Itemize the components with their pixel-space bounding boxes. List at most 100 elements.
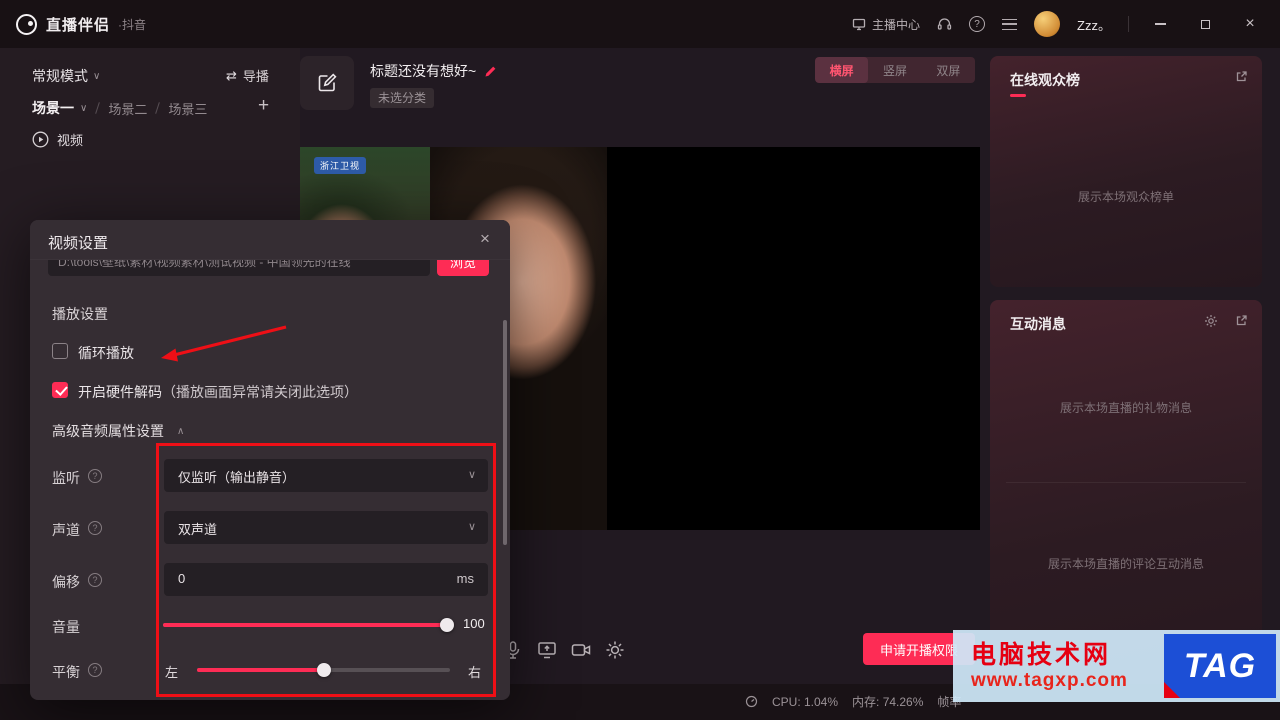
balance-slider-fill [197, 668, 324, 672]
volume-label: 音量 [52, 619, 80, 635]
source-item-video[interactable]: 视频 [32, 130, 83, 149]
chevron-down-icon: ∨ [467, 469, 476, 481]
anchor-center-button[interactable]: 主播中心 [852, 16, 920, 33]
tab-dual[interactable]: 双屏 [922, 57, 975, 83]
gear-icon [606, 641, 624, 659]
mode-selector[interactable]: 常规模式 ∨ [32, 66, 100, 86]
channel-info-icon[interactable]: ? [88, 521, 102, 535]
maximize-icon [1200, 19, 1210, 29]
channel-value: 双声道 [178, 522, 218, 537]
tab-landscape[interactable]: 横屏 [815, 57, 869, 83]
info-glyph: ? [92, 523, 98, 533]
balance-label: 平衡 [52, 664, 80, 680]
camera-icon [571, 644, 591, 656]
offset-value: 0 [178, 571, 186, 586]
offset-info-icon[interactable]: ? [88, 573, 102, 587]
close-icon: × [1245, 15, 1255, 32]
dialog-title: 视频设置 [48, 235, 109, 252]
close-button[interactable]: × [1236, 10, 1264, 38]
titlebar-divider [1128, 16, 1129, 32]
minimize-icon [1154, 23, 1166, 25]
category-chip[interactable]: 未选分类 [370, 88, 435, 108]
advanced-audio-collapse[interactable]: 高级音频属性设置 ∧ [52, 421, 184, 441]
monitor-icon [852, 18, 866, 30]
orientation-toggle: 横屏 竖屏 双屏 [815, 57, 975, 83]
balance-slider[interactable] [197, 663, 450, 677]
menu-button[interactable] [1002, 18, 1018, 30]
source-item-label: 视频 [57, 133, 84, 148]
monitor-info-icon[interactable]: ? [88, 469, 102, 483]
monitor-select[interactable]: 仅监听（输出静音） ∨ [164, 459, 488, 492]
scene-separator [95, 102, 101, 114]
external-link-icon [1236, 71, 1247, 82]
help-button[interactable]: ? [969, 16, 986, 32]
active-tab-indicator [1010, 94, 1026, 97]
tv-station-badge: 浙江卫视 [314, 157, 367, 174]
mode-label: 常规模式 [32, 68, 88, 84]
close-icon: × [480, 229, 490, 248]
screen-share-icon [538, 642, 556, 659]
comment-message-placeholder: 展示本场直播的评论互动消息 [1047, 557, 1204, 571]
customer-service-button[interactable] [937, 17, 952, 31]
info-glyph: ? [92, 575, 98, 585]
maximize-button[interactable] [1191, 10, 1219, 38]
hardware-decode-label-group[interactable]: 开启硬件解码（播放画面异常请关闭此选项） [78, 382, 358, 402]
username[interactable]: Zzz。 [1077, 15, 1111, 34]
watermark-logo: TAG [1164, 634, 1276, 698]
camera-button[interactable] [568, 637, 594, 663]
balance-slider-thumb[interactable] [317, 663, 331, 677]
volume-slider[interactable] [163, 618, 454, 632]
loop-checkbox[interactable] [52, 343, 68, 359]
app-name: 直播伴侣 [46, 16, 111, 34]
interaction-settings-button[interactable] [1204, 314, 1218, 333]
balance-info-icon[interactable]: ? [88, 663, 102, 677]
channel-label: 声道 [52, 522, 80, 538]
modal-scrollbar[interactable] [503, 320, 507, 545]
audience-rank-panel: 在线观众榜 展示本场观众榜单 [990, 56, 1262, 287]
gear-icon [1205, 315, 1217, 327]
dialog-close-button[interactable]: × [474, 229, 496, 249]
compose-button[interactable] [300, 56, 354, 110]
app-suffix: ·抖音 [118, 17, 147, 32]
balance-right-label: 右 [468, 665, 482, 680]
play-settings-heading: 播放设置 [52, 306, 108, 322]
popout-button[interactable] [1235, 314, 1248, 332]
external-link-icon [1236, 315, 1247, 326]
play-circle-icon [32, 131, 49, 148]
watermark-site-url: www.tagxp.com [971, 670, 1128, 691]
scene-tab-2[interactable]: 场景二 [108, 99, 147, 118]
offset-label: 偏移 [52, 574, 80, 590]
site-watermark: 电脑技术网 www.tagxp.com TAG [953, 630, 1280, 702]
interaction-title: 互动消息 [1010, 316, 1066, 332]
watermark-site-name: 电脑技术网 [971, 641, 1112, 669]
minimize-button[interactable] [1146, 10, 1174, 38]
settings-button[interactable] [602, 637, 628, 663]
offset-input[interactable]: 0 ms [164, 563, 488, 596]
monitor-label: 监听 [52, 470, 80, 486]
tab-portrait[interactable]: 竖屏 [868, 57, 921, 83]
info-glyph: ? [92, 471, 98, 481]
chevron-down-icon: ∨ [93, 70, 101, 82]
audience-rank-title: 在线观众榜 [1010, 72, 1080, 88]
director-toggle[interactable]: ⇄ 导播 [226, 66, 269, 85]
plus-icon: + [258, 95, 270, 116]
avatar[interactable] [1034, 11, 1061, 37]
volume-value: 100 [463, 616, 485, 631]
scene-tab-3[interactable]: 场景三 [168, 99, 207, 118]
audience-placeholder: 展示本场观众榜单 [1077, 190, 1174, 204]
screen-share-button[interactable] [534, 637, 560, 663]
chevron-down-icon: ∨ [467, 521, 476, 533]
watermark-logo-text: TAG [1183, 646, 1257, 685]
request-broadcast-label: 申请开播权限 [879, 642, 958, 658]
hardware-decode-note: （播放画面异常请关闭此选项） [162, 384, 358, 400]
annotation-arrow [161, 325, 287, 362]
loop-label[interactable]: 循环播放 [78, 343, 134, 363]
hardware-decode-checkbox[interactable] [52, 382, 68, 398]
popout-button[interactable] [1235, 70, 1248, 88]
add-scene-button[interactable]: + [258, 96, 269, 115]
edit-title-icon[interactable] [484, 65, 497, 78]
channel-select[interactable]: 双声道 ∨ [164, 511, 488, 544]
titlebar: 直播伴侣 ·抖音 主播中心 ? Zzz。 × [0, 0, 1280, 48]
scene-tab-1[interactable]: 场景一 [32, 98, 74, 118]
volume-slider-thumb[interactable] [440, 618, 454, 632]
